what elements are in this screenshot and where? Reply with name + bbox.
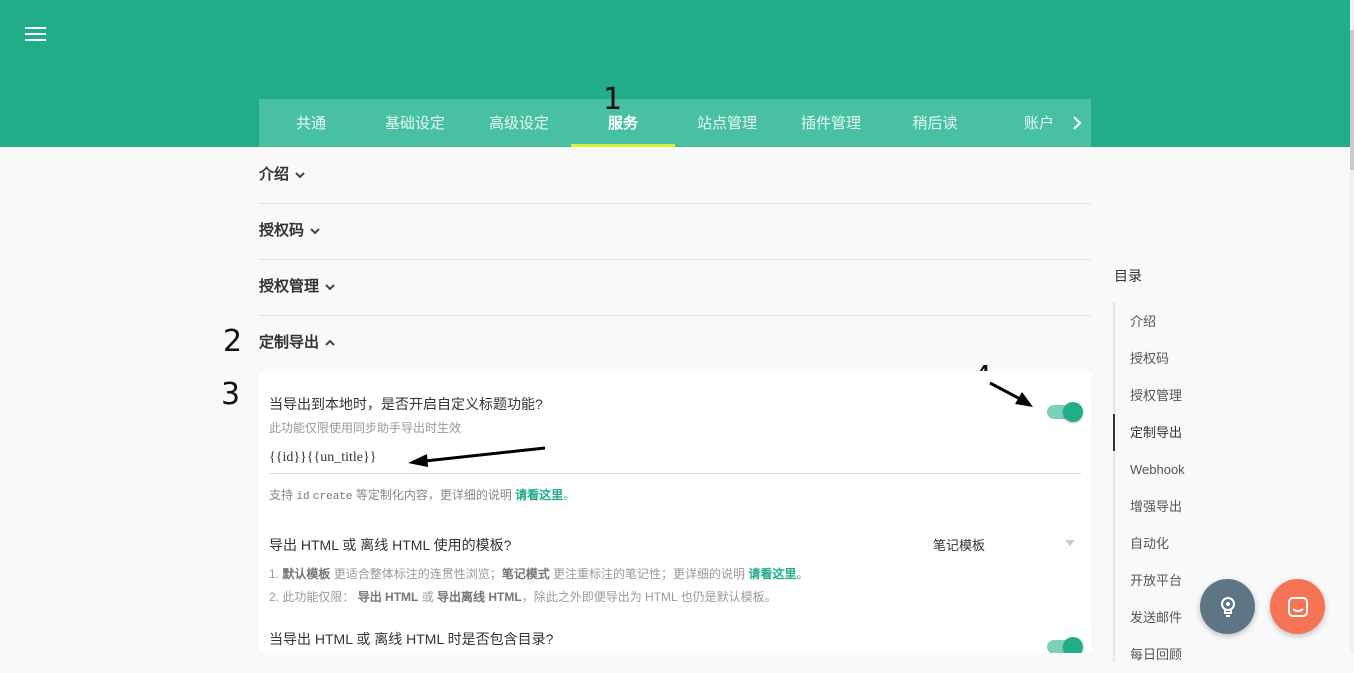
page-scrollbar[interactable]	[1350, 0, 1354, 653]
chat-fab-button[interactable]	[1270, 579, 1325, 634]
toc-item-daily-review[interactable]: 每日回顾	[1115, 636, 1223, 673]
toc-title: 目录	[1114, 268, 1142, 284]
toc-item-automation[interactable]: 自动化	[1115, 525, 1223, 562]
toc-item-enhanced-export[interactable]: 增强导出	[1115, 488, 1223, 525]
arrow-5-line	[424, 446, 546, 463]
arrow-4-head	[1015, 392, 1033, 407]
toc-item-webhook[interactable]: Webhook	[1115, 451, 1223, 488]
tip-fab-button[interactable]	[1200, 579, 1255, 634]
scrollbar-thumb[interactable]	[1350, 30, 1354, 170]
arrow-5-head	[408, 454, 428, 467]
chat-icon	[1287, 596, 1308, 617]
toc-item-license-management[interactable]: 授权管理	[1115, 377, 1223, 414]
toc-item-license-code[interactable]: 授权码	[1115, 340, 1223, 377]
toc-item-custom-export[interactable]: 定制导出	[1113, 414, 1221, 451]
arrow-4-line	[989, 381, 1023, 402]
lightbulb-icon	[1220, 596, 1235, 617]
toc-item-intro[interactable]: 介绍	[1115, 303, 1223, 340]
